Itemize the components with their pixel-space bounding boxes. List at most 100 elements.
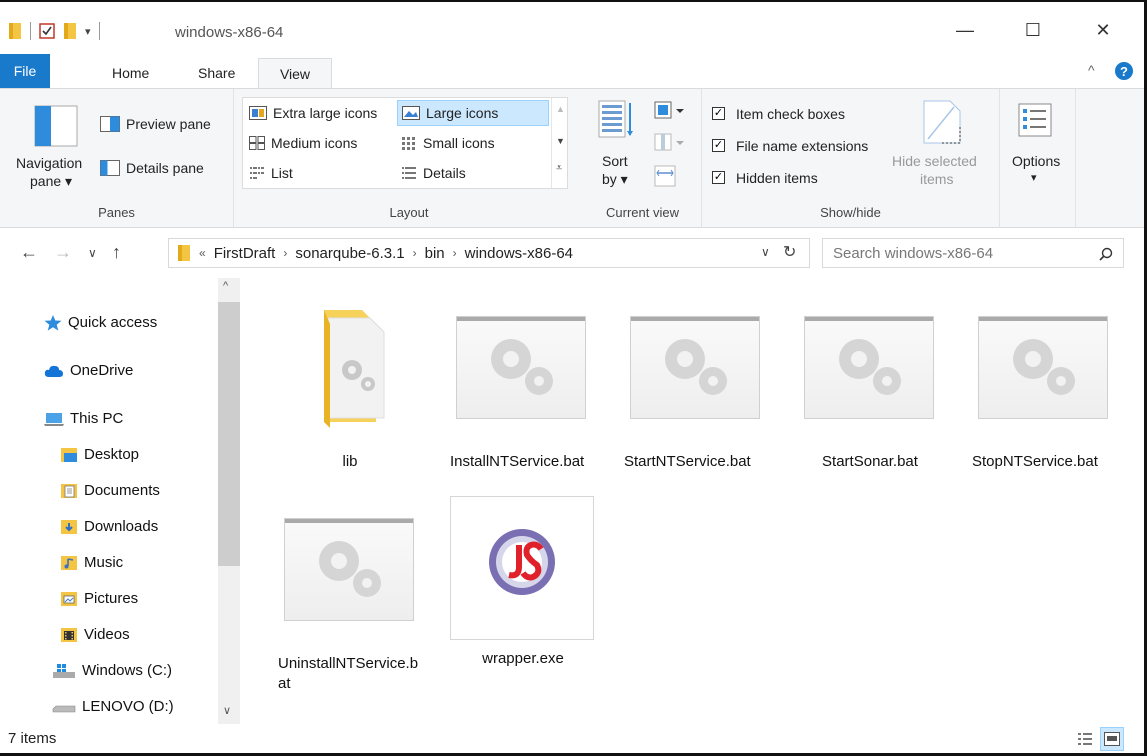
maximize-button[interactable]: ☐ (1010, 16, 1056, 44)
search-box[interactable]: Search windows-x86-64 (822, 238, 1124, 268)
scroll-up-icon[interactable]: ^ (223, 280, 228, 292)
nav-this-pc[interactable]: This PC (44, 410, 123, 427)
music-icon (61, 555, 77, 570)
search-icon[interactable] (1099, 247, 1113, 261)
size-columns-icon[interactable] (654, 165, 676, 187)
file-item-stopntservice[interactable]: StopNTService.bat (972, 290, 1116, 480)
nav-documents[interactable]: Documents (60, 482, 160, 499)
folder-icon (324, 310, 385, 428)
layout-medium-icons[interactable]: Medium icons (245, 130, 395, 156)
nav-music[interactable]: Music (60, 554, 123, 571)
file-item-installntservice[interactable]: InstallNTService.bat (450, 290, 594, 480)
forward-arrow-icon[interactable]: → (54, 242, 72, 263)
customize-qat-icon[interactable]: ▾ (85, 25, 91, 38)
breadcrumb-chevron-icon[interactable]: › (413, 246, 417, 260)
breadcrumb-chevron-icon[interactable]: › (283, 246, 287, 260)
nav-windows-drive[interactable]: Windows (C:) (52, 662, 172, 679)
folder-icon[interactable] (8, 22, 22, 40)
details-pane-button[interactable]: Details pane (100, 157, 226, 179)
back-arrow-icon[interactable]: ← (20, 242, 38, 263)
navigation-pane-label: Navigation (16, 155, 83, 171)
file-item-wrapper-exe[interactable]: wrapper.exe (450, 496, 594, 667)
add-columns-icon[interactable] (654, 133, 686, 153)
tab-file[interactable]: File (0, 54, 50, 88)
show-hide-group-label: Show/hide (820, 205, 881, 220)
layout-large-icons[interactable]: Large icons (397, 100, 549, 126)
tab-view[interactable]: View (258, 58, 332, 88)
navigation-pane-button[interactable]: Navigation pane ▾ (10, 95, 88, 191)
details-view-icon[interactable] (1076, 730, 1094, 748)
layout-details[interactable]: Details (397, 160, 549, 186)
layout-extra-large-icons[interactable]: Extra large icons (245, 100, 395, 126)
help-icon[interactable]: ? (1114, 61, 1134, 81)
search-input[interactable]: Search windows-x86-64 (833, 245, 993, 262)
properties-checkbox-icon[interactable] (39, 23, 55, 39)
tab-home[interactable]: Home (98, 58, 163, 88)
file-item-uninstallntservice[interactable]: UninstallNTService.bat (278, 492, 422, 692)
nav-quick-access[interactable]: Quick access (44, 314, 157, 331)
options-sublabel: ▾ (1031, 172, 1037, 184)
address-bar[interactable]: « FirstDraft › sonarqube-6.3.1 › bin › w… (168, 238, 810, 268)
scroll-down-icon[interactable]: ∨ (223, 704, 231, 717)
bat-file-icon (284, 518, 414, 621)
file-item-startsonar[interactable]: StartSonar.bat (798, 290, 942, 480)
hidden-items-toggle[interactable]: ✓ Hidden items (712, 169, 882, 189)
nav-label: Desktop (84, 446, 140, 463)
gallery-up-icon[interactable]: ▲ (556, 104, 565, 114)
up-arrow-icon[interactable]: ↑ (112, 242, 121, 263)
separator (30, 22, 31, 40)
nav-pictures[interactable]: Pictures (60, 590, 138, 607)
file-item-lib[interactable]: lib (278, 290, 422, 480)
nav-videos[interactable]: Videos (60, 626, 130, 643)
nav-label: Documents (84, 482, 160, 499)
file-name-extensions-toggle[interactable]: ✓ File name extensions (712, 137, 892, 157)
breadcrumb-bin[interactable]: bin (425, 245, 445, 262)
breadcrumb-firstdraft[interactable]: FirstDraft (214, 245, 276, 262)
downloads-icon (61, 519, 77, 534)
options-icon (1018, 103, 1052, 137)
item-check-boxes-checkbox[interactable]: ✓ (712, 107, 725, 120)
tab-share[interactable]: Share (184, 58, 249, 88)
group-by-icon[interactable] (654, 101, 686, 121)
nav-onedrive[interactable]: OneDrive (44, 362, 133, 379)
breadcrumb-overflow-icon[interactable]: « (199, 246, 206, 260)
nav-pane-scroll-thumb[interactable] (218, 302, 240, 566)
nav-label: This PC (70, 410, 124, 427)
collapse-ribbon-icon[interactable]: ^ (1088, 62, 1095, 78)
file-name: lib (342, 453, 358, 470)
large-icons-view-button[interactable] (1100, 727, 1124, 751)
windows-drive-icon (53, 663, 75, 678)
hide-selected-items-button[interactable]: Hide selected items (886, 95, 992, 195)
refresh-icon[interactable]: ↻ (783, 242, 796, 262)
svg-text:?: ? (1120, 64, 1128, 79)
nav-desktop[interactable]: Desktop (60, 446, 139, 463)
options-button[interactable]: Options ▾ (1006, 95, 1070, 195)
item-check-boxes-toggle[interactable]: ✓ Item check boxes (712, 105, 882, 125)
file-name-extensions-checkbox[interactable]: ✓ (712, 139, 725, 152)
hide-selected-sublabel: items (920, 171, 954, 187)
breadcrumb-chevron-icon[interactable]: › (453, 246, 457, 260)
nav-label: Videos (84, 626, 130, 643)
file-item-startntservice[interactable]: StartNTService.bat (624, 290, 768, 480)
documents-icon (61, 483, 77, 498)
breadcrumb-sonarqube[interactable]: sonarqube-6.3.1 (295, 245, 404, 262)
layout-list[interactable]: List (245, 160, 395, 186)
nav-lenovo-drive[interactable]: LENOVO (D:) (52, 698, 174, 715)
close-button[interactable]: ✕ (1080, 16, 1126, 44)
address-dropdown-icon[interactable]: ∨ (761, 245, 770, 259)
breadcrumb-windows-x86-64[interactable]: windows-x86-64 (465, 245, 573, 262)
hidden-items-checkbox[interactable]: ✓ (712, 171, 725, 184)
medium-icons-label: Medium icons (271, 135, 358, 151)
new-folder-icon[interactable] (63, 22, 77, 40)
recent-locations-icon[interactable]: ∨ (88, 246, 97, 260)
nav-pane-scrollbar[interactable]: ^ ∨ (218, 278, 240, 724)
current-view-group: Sort by ▾ Current view (584, 89, 702, 228)
nav-downloads[interactable]: Downloads (60, 518, 158, 535)
minimize-button[interactable]: — (942, 16, 988, 44)
gallery-down-icon[interactable]: ▼ (556, 136, 565, 146)
gallery-more-icon[interactable]: ⩡ (556, 162, 562, 175)
hide-selected-icon (923, 100, 961, 144)
preview-pane-button[interactable]: Preview pane (100, 113, 226, 135)
layout-small-icons[interactable]: Small icons (397, 130, 549, 156)
sort-by-button[interactable]: Sort by ▾ (594, 95, 640, 195)
